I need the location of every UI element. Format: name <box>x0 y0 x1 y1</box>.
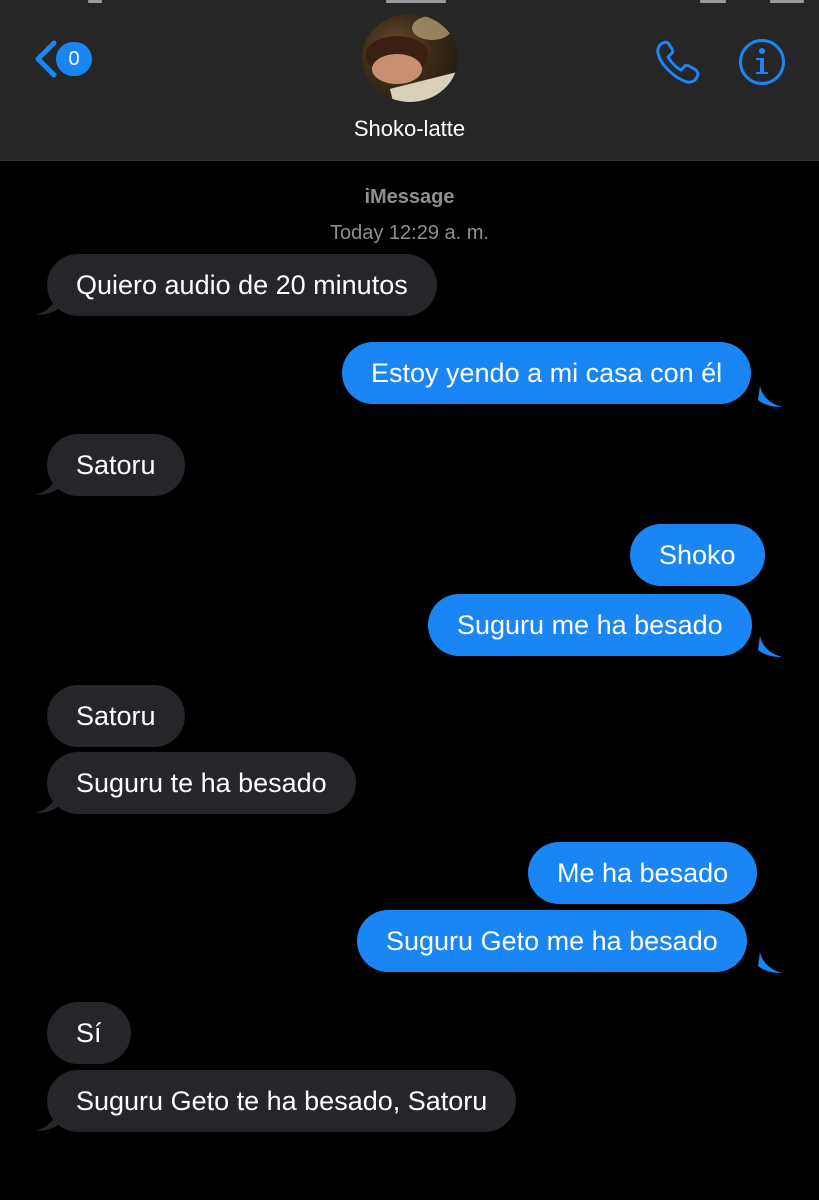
info-icon <box>739 39 785 85</box>
outgoing-message[interactable]: Suguru me ha besado <box>428 594 752 656</box>
incoming-message[interactable]: Satoru <box>47 434 185 496</box>
battery-icon <box>770 0 804 3</box>
outgoing-message[interactable]: Estoy yendo a mi casa con él <box>342 342 752 404</box>
status-indicator <box>700 0 726 3</box>
avatar-photo-face <box>372 54 422 84</box>
back-button[interactable]: 0 <box>30 36 100 82</box>
incoming-message[interactable]: Suguru te ha besado <box>47 752 356 814</box>
outgoing-bubble-tail <box>758 636 782 657</box>
incoming-bubble-tail <box>35 474 59 495</box>
status-bar <box>0 0 819 6</box>
outgoing-message[interactable]: Suguru Geto me ha besado <box>357 910 747 972</box>
status-indicator <box>88 0 102 3</box>
outgoing-message[interactable]: Shoko <box>630 524 765 586</box>
phone-icon <box>656 40 700 84</box>
contact-name[interactable]: Shoko-latte <box>0 116 819 142</box>
outgoing-bubble-tail <box>758 952 782 973</box>
outgoing-bubble-tail <box>758 386 782 407</box>
incoming-bubble-tail <box>35 792 59 813</box>
service-label: iMessage <box>364 186 455 208</box>
status-indicator <box>386 0 446 3</box>
incoming-message[interactable]: Quiero audio de 20 minutos <box>47 254 437 316</box>
incoming-bubble-tail <box>35 294 59 315</box>
incoming-bubble-tail <box>35 1110 59 1131</box>
incoming-message[interactable]: Satoru <box>47 685 185 747</box>
unread-count-badge: 0 <box>56 42 92 76</box>
contact-avatar[interactable] <box>362 14 458 102</box>
avatar-photo-light <box>412 16 452 40</box>
outgoing-message[interactable]: Me ha besado <box>528 842 758 904</box>
incoming-message[interactable]: Sí <box>47 1002 131 1064</box>
call-button[interactable] <box>654 38 704 86</box>
incoming-message[interactable]: Suguru Geto te ha besado, Satoru <box>47 1070 517 1132</box>
conversation-header: 0 Shoko-latte <box>0 0 819 161</box>
details-button[interactable] <box>738 38 786 86</box>
conversation-timestamp: Today 12:29 a. m. <box>330 222 489 244</box>
